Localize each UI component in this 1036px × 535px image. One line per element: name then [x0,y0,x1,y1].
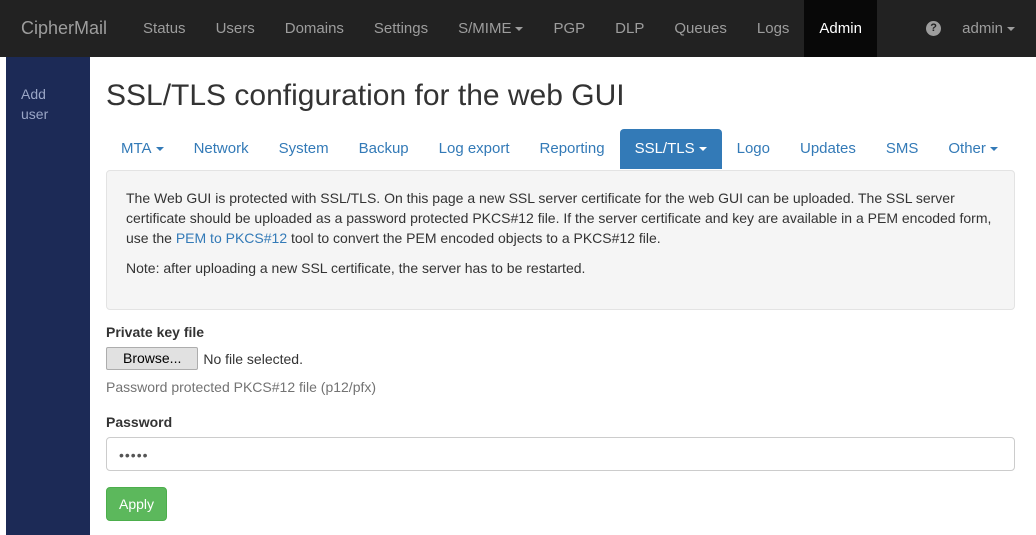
user-menu-label: admin [962,20,1003,37]
tab-log-export[interactable]: Log export [424,129,525,169]
nav-queues[interactable]: Queues [659,0,742,57]
nav-admin[interactable]: Admin [804,0,877,57]
tab-mta[interactable]: MTA [106,129,179,169]
tab-network[interactable]: Network [179,129,264,169]
tab-backup[interactable]: Backup [344,129,424,169]
main-content: SSL/TLS configuration for the web GUI MT… [106,57,1015,521]
brand-logo[interactable]: CipherMail [0,0,128,57]
nav-status[interactable]: Status [128,0,201,57]
tab-other[interactable]: Other [933,129,1013,169]
tab-ssl-tls-label: SSL/TLS [634,140,695,157]
nav-dlp[interactable]: DLP [600,0,659,57]
browse-button[interactable]: Browse... [106,347,199,370]
tab-updates[interactable]: Updates [785,129,871,169]
user-menu-dropdown[interactable]: admin [962,20,1036,37]
caret-down-icon [155,147,164,152]
main-nav: Status Users Domains Settings S/MIME PGP… [128,0,877,57]
caret-down-icon [1007,27,1015,32]
nav-smime-dropdown[interactable]: S/MIME [443,0,538,57]
nav-pgp[interactable]: PGP [538,0,600,57]
tab-reporting[interactable]: Reporting [525,129,620,169]
password-label: Password [106,414,173,430]
tab-ssl-tls[interactable]: SSL/TLS [619,129,722,169]
info-text-after: tool to convert the PEM encoded objects … [287,230,661,246]
info-note: Note: after uploading a new SSL certific… [126,260,586,276]
apply-button[interactable]: Apply [106,487,168,521]
file-status: No file selected. [203,350,303,367]
page-title: SSL/TLS configuration for the web GUI [106,79,625,112]
caret-down-icon [515,27,524,32]
sidebar: Add user [6,57,90,535]
nav-smime-label: S/MIME [458,20,512,37]
nav-users[interactable]: Users [201,0,270,57]
tab-sms[interactable]: SMS [871,129,934,169]
private-key-label: Private key file [106,324,205,340]
nav-logs[interactable]: Logs [742,0,805,57]
nav-domains[interactable]: Domains [270,0,359,57]
private-key-help: Password protected PKCS#12 file (p12/pfx… [106,379,377,395]
sidebar-item-add-user[interactable]: Add user [21,84,71,124]
caret-down-icon [698,147,707,152]
help-icon[interactable]: ? [926,21,942,36]
password-field[interactable]: ••••• [106,437,1015,471]
info-paragraph: The Web GUI is protected with SSL/TLS. O… [126,188,995,248]
tab-system[interactable]: System [264,129,344,169]
tab-logo[interactable]: Logo [722,129,785,169]
file-input-row: Browse... No file selected. [106,347,1015,370]
tab-mta-label: MTA [121,140,152,157]
nav-right: ? admin [905,0,1036,57]
nav-settings[interactable]: Settings [359,0,443,57]
tab-other-label: Other [948,140,986,157]
pem-to-pkcs12-link[interactable]: PEM to PKCS#12 [176,230,287,246]
admin-tabs: MTA Network System Backup Log export Rep… [106,129,1015,169]
caret-down-icon [989,147,998,152]
info-box: The Web GUI is protected with SSL/TLS. O… [106,170,1015,310]
top-navbar: CipherMail Status Users Domains Settings… [0,0,1036,57]
